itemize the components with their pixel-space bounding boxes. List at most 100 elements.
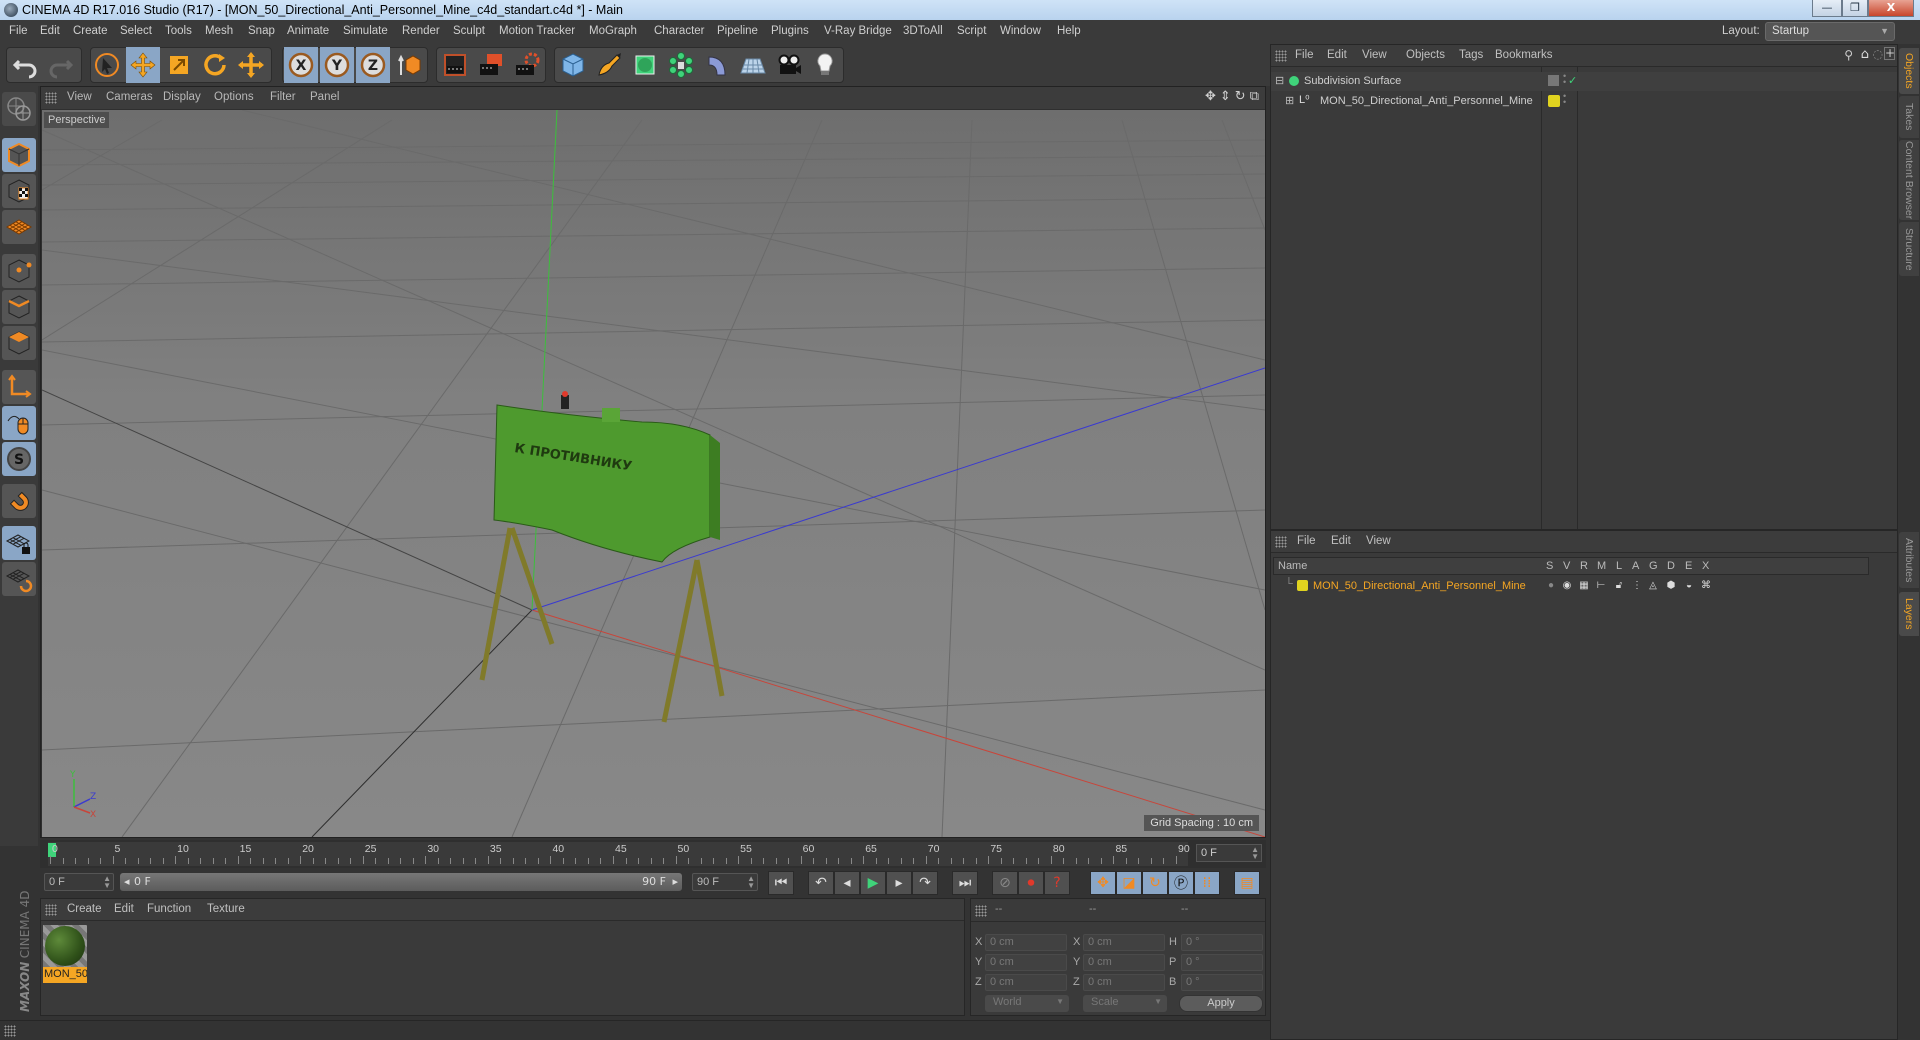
column-xref[interactable]: X <box>1702 560 1709 572</box>
menu-render[interactable]: Render <box>402 25 440 37</box>
home-icon[interactable]: ⌂ <box>1861 47 1869 62</box>
orbit-icon[interactable]: ↻ <box>1235 89 1246 104</box>
layout-dropdown[interactable]: Startup ▼ <box>1765 22 1895 41</box>
search-icon[interactable]: ⚲ <box>1844 48 1853 62</box>
menu-help[interactable]: Help <box>1057 25 1081 37</box>
material-name[interactable]: MON_50 <box>43 967 87 983</box>
workplane-align-button[interactable] <box>2 562 36 596</box>
range-right-arrow-icon[interactable]: ▸ <box>672 875 678 888</box>
column-generators[interactable]: G <box>1649 560 1658 572</box>
light-button[interactable] <box>808 47 842 83</box>
floor-button[interactable] <box>736 47 770 83</box>
solo-button[interactable]: S <box>2 442 36 476</box>
menu-select[interactable]: Select <box>120 25 152 37</box>
manager-hierarchy-icon[interactable]: ⊢ <box>1596 580 1606 592</box>
editor-visibility-icon[interactable] <box>1548 75 1559 86</box>
polygons-mode-button[interactable] <box>2 326 36 360</box>
menu-plugins[interactable]: Plugins <box>771 25 809 37</box>
record-key-button[interactable]: ⊘ <box>992 871 1018 895</box>
timeline-ruler[interactable]: 0 5 10 15 20 25 30 35 40 45 50 55 60 65 70 75 80 85 90 <box>48 842 1190 866</box>
menu-motion-tracker[interactable]: Motion Tracker <box>499 25 575 37</box>
column-animation[interactable]: A <box>1632 560 1639 572</box>
coordinate-system-button[interactable] <box>392 47 426 83</box>
objects-menu-view[interactable]: View <box>1362 49 1387 61</box>
layers-menu-edit[interactable]: Edit <box>1331 535 1351 547</box>
timeline-window-button[interactable]: ▤ <box>1234 871 1260 895</box>
viewport-menu-options[interactable]: Options <box>214 91 254 103</box>
position-y-field[interactable]: 0 cm <box>985 954 1067 971</box>
column-name[interactable]: Name <box>1278 560 1307 572</box>
camera-button[interactable] <box>772 47 806 83</box>
move-tool-button[interactable] <box>126 47 160 83</box>
tab-attributes[interactable]: Attributes <box>1899 532 1919 588</box>
material-swatch[interactable]: MON_50 <box>43 925 87 983</box>
key-rotation-button[interactable]: ↻ <box>1142 871 1168 895</box>
menu-snap[interactable]: Snap <box>248 25 275 37</box>
model-mode-button[interactable] <box>2 138 36 172</box>
layer-name[interactable]: MON_50_Directional_Anti_Personnel_Mine <box>1313 580 1526 592</box>
current-frame-field[interactable]: 0 F ▲ ▼ <box>1196 844 1262 862</box>
menu-sculpt[interactable]: Sculpt <box>453 25 485 37</box>
previous-key-button[interactable]: ↶ <box>808 871 834 895</box>
object-name[interactable]: MON_50_Directional_Anti_Personnel_Mine <box>1320 95 1533 107</box>
tab-layers[interactable]: Layers <box>1899 592 1919 636</box>
animation-film-icon[interactable]: ⋮ <box>1632 580 1642 592</box>
panel-grip-icon[interactable] <box>45 92 57 104</box>
column-expressions[interactable]: E <box>1685 560 1692 572</box>
menu-character[interactable]: Character <box>654 25 705 37</box>
next-key-button[interactable]: ↷ <box>912 871 938 895</box>
auto-keying-button[interactable]: ⏺ <box>1018 871 1044 895</box>
menu-animate[interactable]: Animate <box>287 25 329 37</box>
viewport-menu-display[interactable]: Display <box>163 91 201 103</box>
keyframe-selection-button[interactable]: ? <box>1044 871 1070 895</box>
viewport-menu-view[interactable]: View <box>67 91 92 103</box>
object-row[interactable]: ⊟ Subdivision Surface • • ✓ <box>1271 72 1897 91</box>
play-button[interactable]: ▶ <box>860 871 886 895</box>
expand-icon[interactable]: ⊞ <box>1285 94 1294 107</box>
size-x-field[interactable]: 0 cm <box>1083 934 1165 951</box>
tab-content-browser[interactable]: Content Browser <box>1899 140 1919 220</box>
make-editable-button[interactable] <box>2 92 36 126</box>
tab-objects[interactable]: Objects <box>1899 48 1919 94</box>
position-x-field[interactable]: 0 cm <box>985 934 1067 951</box>
axis-mode-button[interactable] <box>2 370 36 404</box>
go-to-end-button[interactable]: ⏭ <box>952 871 978 895</box>
viewport-camera-label[interactable]: Perspective <box>44 112 110 128</box>
view-eye-icon[interactable]: ◉ <box>1562 580 1572 592</box>
visibility-dots-icon[interactable]: • • <box>1563 92 1566 107</box>
pen-spline-button[interactable] <box>592 47 626 83</box>
layers-menu-view[interactable]: View <box>1366 535 1391 547</box>
close-button[interactable]: X <box>1868 0 1914 17</box>
viewport-menu-cameras[interactable]: Cameras <box>106 91 153 103</box>
object-name[interactable]: Subdivision Surface <box>1304 75 1401 87</box>
rotation-b-field[interactable]: 0 ° <box>1181 974 1263 991</box>
apply-button[interactable]: Apply <box>1179 995 1263 1012</box>
panel-grip-icon[interactable] <box>4 1025 16 1037</box>
menu-edit[interactable]: Edit <box>40 25 60 37</box>
deformer-button[interactable] <box>700 47 734 83</box>
expression-cup-icon[interactable]: ◒ <box>1684 580 1694 592</box>
cube-object-button[interactable] <box>556 47 590 83</box>
menu-simulate[interactable]: Simulate <box>343 25 388 37</box>
snap-button[interactable] <box>2 484 36 518</box>
live-selection-button[interactable] <box>90 47 124 83</box>
objects-menu-file[interactable]: File <box>1295 49 1314 61</box>
lock-icon[interactable]: 🔓︎ <box>1614 580 1624 592</box>
column-manager[interactable]: M <box>1597 560 1606 572</box>
tab-structure[interactable]: Structure <box>1899 222 1919 276</box>
layer-color-swatch[interactable] <box>1548 95 1560 107</box>
menu-mograph[interactable]: MoGraph <box>589 25 637 37</box>
column-render[interactable]: R <box>1580 560 1588 572</box>
menu-tools[interactable]: Tools <box>165 25 192 37</box>
material-menu-texture[interactable]: Texture <box>207 903 245 915</box>
menu-mesh[interactable]: Mesh <box>205 25 233 37</box>
panel-grip-icon[interactable] <box>45 904 57 916</box>
size-y-field[interactable]: 0 cm <box>1083 954 1165 971</box>
z-axis-lock-button[interactable]: Z <box>356 47 390 83</box>
object-row[interactable]: ⊞ L⁰ MON_50_Directional_Anti_Personnel_M… <box>1271 92 1897 111</box>
xref-icon[interactable]: ⌘ <box>1701 580 1711 592</box>
rotation-p-field[interactable]: 0 ° <box>1181 954 1263 971</box>
rotate-tool-button[interactable] <box>198 47 232 83</box>
subdivision-surface-button[interactable] <box>628 47 662 83</box>
menu-vray-bridge[interactable]: V-Ray Bridge <box>824 25 892 37</box>
